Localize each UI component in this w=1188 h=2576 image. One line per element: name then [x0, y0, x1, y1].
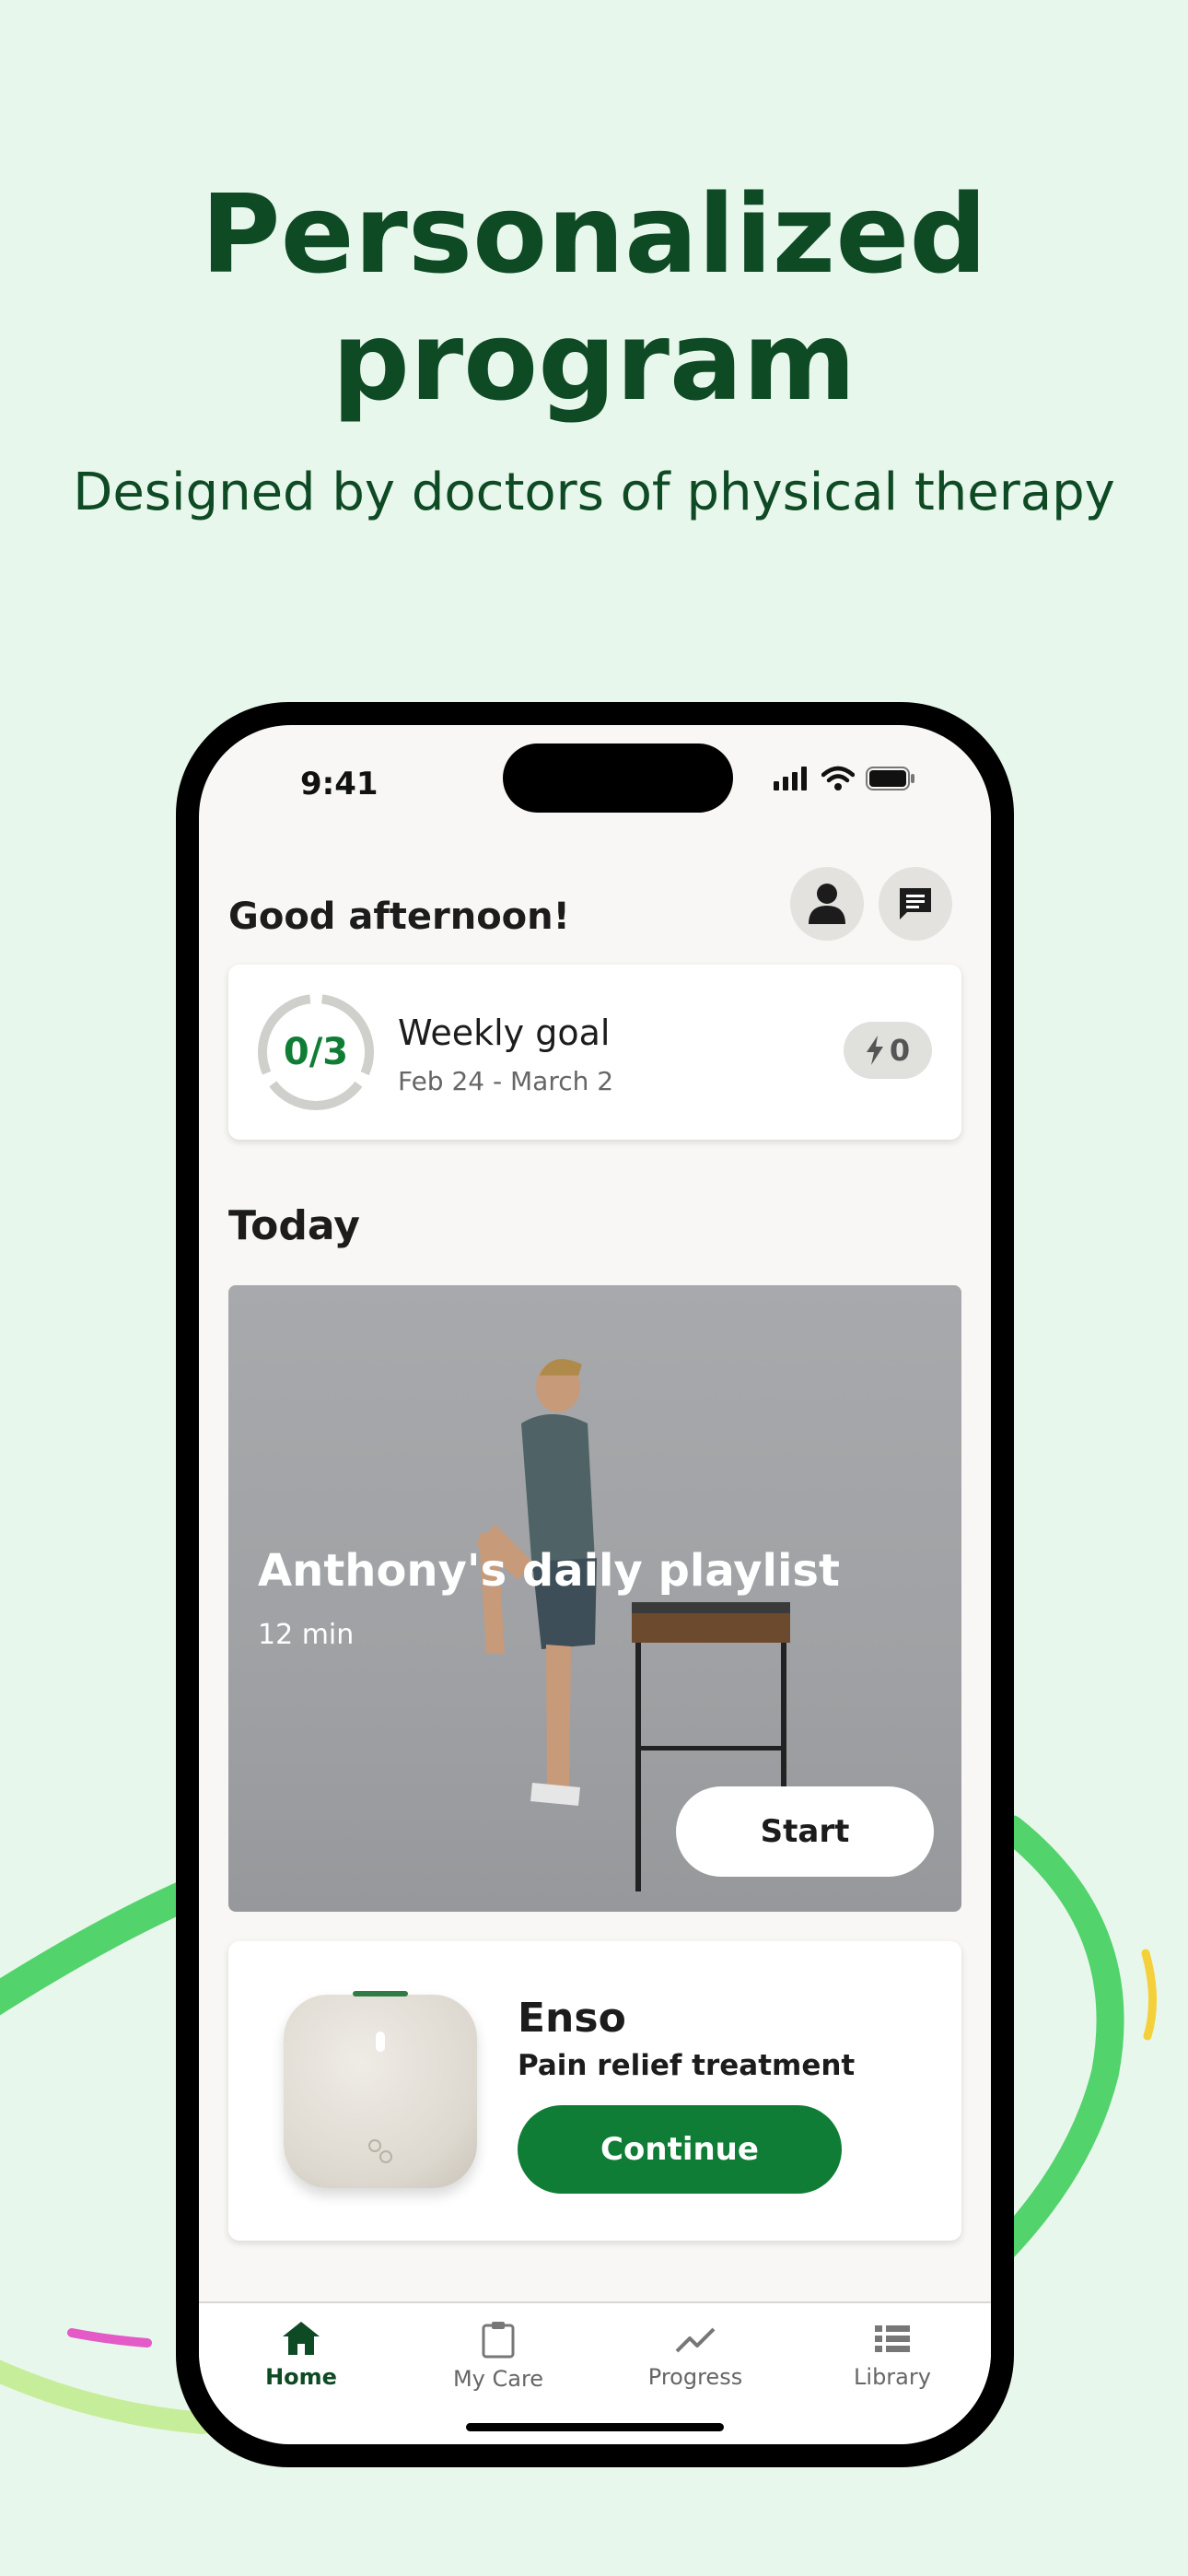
list-icon: [875, 2325, 910, 2352]
tab-my-care-label: My Care: [452, 2366, 544, 2392]
playlist-duration: 12 min: [258, 1619, 355, 1651]
playlist-title: Anthony's daily playlist: [258, 1545, 840, 1597]
battery-icon: [866, 767, 914, 790]
tab-progress[interactable]: Progress: [612, 2320, 778, 2390]
greeting: Good afternoon!: [228, 896, 570, 938]
weekly-goal-title: Weekly goal: [398, 1013, 611, 1053]
enso-device-image: [284, 1991, 477, 2188]
home-indicator: [466, 2423, 724, 2431]
playlist-card[interactable]: Anthony's daily playlist 12 min Start: [228, 1285, 961, 1912]
tab-my-care[interactable]: My Care: [415, 2320, 581, 2392]
phone-frame: 9:41 Good afternoon! 0/3 Weekly goal Feb…: [176, 702, 1014, 2467]
headline-line-2: program: [332, 298, 856, 425]
today-heading: Today: [228, 1202, 360, 1249]
chat-icon: [900, 888, 931, 919]
trend-icon: [675, 2327, 716, 2353]
home-icon: [283, 2322, 320, 2355]
profile-button[interactable]: [790, 867, 864, 941]
continue-button[interactable]: Continue: [518, 2105, 842, 2194]
phone-screen: 9:41 Good afternoon! 0/3 Weekly goal Feb…: [199, 725, 991, 2444]
messages-button[interactable]: [879, 867, 952, 941]
enso-card[interactable]: Enso Pain relief treatment Continue: [228, 1941, 961, 2241]
enso-name: Enso: [518, 1995, 626, 2042]
enso-logo-icon: [368, 2139, 392, 2163]
status-icons: [774, 766, 915, 791]
lightning-icon: [866, 1036, 883, 1065]
weekly-goal-card[interactable]: 0/3 Weekly goal Feb 24 - March 2 0: [228, 965, 961, 1140]
tab-home[interactable]: Home: [218, 2320, 384, 2390]
person-icon: [809, 884, 845, 924]
streak-badge[interactable]: 0: [844, 1022, 932, 1079]
enso-subtitle: Pain relief treatment: [518, 2049, 856, 2082]
goal-progress-text: 0/3: [283, 1031, 349, 1073]
tab-progress-label: Progress: [647, 2364, 743, 2390]
subheadline: Designed by doctors of physical therapy: [73, 463, 1115, 522]
dynamic-island: [503, 744, 733, 813]
headline: Personalized program: [0, 170, 1188, 425]
weekly-goal-dates: Feb 24 - March 2: [398, 1066, 614, 1096]
headline-line-1: Personalized: [201, 170, 987, 298]
tab-home-label: Home: [265, 2364, 337, 2390]
tab-library-label: Library: [854, 2364, 931, 2390]
wifi-icon: [821, 766, 855, 790]
streak-count: 0: [889, 1033, 911, 1068]
clipboard-icon: [482, 2322, 515, 2359]
signal-icon: [774, 767, 807, 790]
status-time: 9:41: [300, 766, 379, 802]
start-button[interactable]: Start: [676, 1786, 934, 1877]
tab-library[interactable]: Library: [809, 2320, 975, 2390]
tab-bar: Home My Care Progress Library: [199, 2301, 991, 2444]
